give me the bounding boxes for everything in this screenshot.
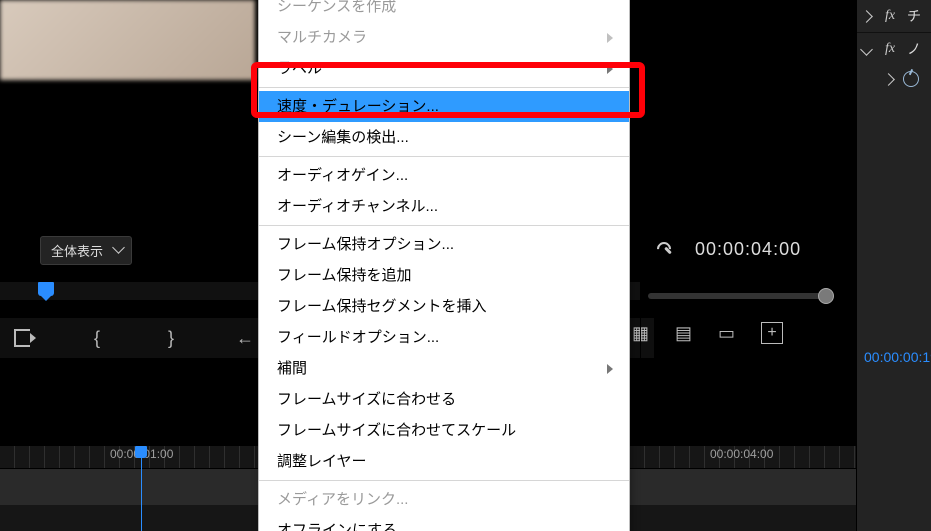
program-scrub-knob[interactable]	[818, 288, 834, 304]
menu-item[interactable]: フレーム保持オプション...	[259, 229, 629, 260]
menu-item-label: フレーム保持オプション...	[277, 234, 454, 255]
menu-item-label: ラベル	[277, 58, 322, 79]
menu-separator	[259, 156, 629, 157]
program-scrub-line	[648, 293, 824, 299]
program-scrub-track[interactable]	[648, 290, 848, 304]
effect-label-motion: チ	[907, 6, 921, 26]
menu-item-label: フレームサイズに合わせる	[277, 389, 456, 410]
program-toolbar: ▦ ▤ ▭ +	[632, 322, 783, 344]
settings-wrench-icon[interactable]	[655, 240, 673, 258]
clip-context-menu: シーケンスを作成マルチカメララベル速度・デュレーション... シーン編集の検出..…	[258, 0, 630, 531]
chevron-down-icon	[112, 241, 125, 254]
overwrite-icon[interactable]: ▤	[675, 323, 692, 344]
submenu-arrow-icon	[607, 364, 613, 374]
menu-item[interactable]: シーン編集の検出...	[259, 122, 629, 153]
menu-item-label: マルチカメラ	[277, 27, 367, 48]
effect-row-motion[interactable]: fx チ	[856, 0, 931, 32]
menu-item[interactable]: オーディオゲイン...	[259, 160, 629, 191]
menu-item-label: フィールドオプション...	[277, 327, 439, 348]
menu-item-label: 補間	[277, 358, 307, 379]
menu-item-label: シーケンスを作成	[277, 0, 396, 17]
menu-item[interactable]: フレームサイズに合わせてスケール	[259, 415, 629, 446]
playhead-line	[141, 458, 142, 531]
menu-item[interactable]: 調整レイヤー	[259, 446, 629, 477]
effect-label-opacity: ノ	[907, 39, 921, 59]
menu-item-label: オーディオチャンネル...	[277, 196, 438, 217]
menu-item[interactable]: オフラインにする...	[259, 515, 629, 531]
video-thumbnail	[0, 0, 255, 80]
zoom-fit-label: 全体表示	[51, 244, 103, 259]
fx-icon: fx	[881, 41, 899, 57]
menu-separator	[259, 225, 629, 226]
menu-item-label: フレーム保持を追加	[277, 265, 412, 286]
source-playhead[interactable]	[38, 282, 54, 296]
menu-item-label: 調整レイヤー	[277, 451, 367, 472]
menu-item-label: メディアをリンク...	[277, 489, 408, 510]
fx-icon: fx	[881, 8, 899, 24]
stopwatch-icon[interactable]	[903, 71, 919, 87]
menu-separator	[259, 87, 629, 88]
menu-item-label: オフラインにする...	[277, 520, 410, 531]
twirl-icon[interactable]	[860, 10, 873, 23]
zoom-fit-select[interactable]: 全体表示	[40, 236, 132, 265]
goto-prev-icon[interactable]: ←	[236, 328, 254, 349]
effect-controls-panel: fx チ fx ノ	[855, 0, 931, 531]
twirl-icon[interactable]	[882, 73, 895, 86]
menu-item[interactable]: フィールドオプション...	[259, 322, 629, 353]
submenu-arrow-icon	[607, 64, 613, 74]
export-frame-icon[interactable]: ▭	[718, 323, 735, 344]
menu-item: メディアをリンク...	[259, 484, 629, 515]
menu-item-label: 速度・デュレーション...	[277, 96, 439, 117]
menu-item: シーケンスを作成	[259, 0, 629, 22]
program-out-timecode: 00:00:04:00	[695, 239, 801, 260]
menu-item[interactable]: ラベル	[259, 53, 629, 84]
ruler-label-2: 00:00:04:00	[710, 447, 773, 461]
menu-item[interactable]: 速度・デュレーション...	[259, 91, 629, 122]
submenu-arrow-icon	[607, 33, 613, 43]
menu-item[interactable]: フレーム保持を追加	[259, 260, 629, 291]
menu-item[interactable]: フレームサイズに合わせる	[259, 384, 629, 415]
program-monitor-controls: 00:00:04:00	[655, 234, 855, 264]
effect-subrow[interactable]	[856, 65, 931, 93]
menu-item-label: フレームサイズに合わせてスケール	[277, 420, 516, 441]
menu-separator	[259, 480, 629, 481]
timeline-playhead[interactable]	[135, 446, 147, 531]
mark-out-brace-icon[interactable]: }	[162, 328, 180, 349]
effect-row-opacity[interactable]: fx ノ	[856, 32, 931, 65]
menu-item[interactable]: 補間	[259, 353, 629, 384]
menu-item[interactable]: フレーム保持セグメントを挿入	[259, 291, 629, 322]
menu-item-label: シーン編集の検出...	[277, 127, 409, 148]
playhead-handle[interactable]	[135, 446, 147, 458]
sequence-current-timecode[interactable]: 00:00:00:19	[864, 349, 931, 365]
menu-item-label: オーディオゲイン...	[277, 165, 408, 186]
twirl-open-icon[interactable]	[860, 43, 873, 56]
menu-item: マルチカメラ	[259, 22, 629, 53]
menu-item[interactable]: オーディオチャンネル...	[259, 191, 629, 222]
mark-in-brace-icon[interactable]: {	[88, 328, 106, 349]
button-editor-icon[interactable]: +	[761, 322, 783, 344]
panel-divider-right[interactable]	[856, 0, 857, 531]
menu-item-label: フレーム保持セグメントを挿入	[277, 296, 487, 317]
mark-in-icon[interactable]	[14, 329, 32, 347]
